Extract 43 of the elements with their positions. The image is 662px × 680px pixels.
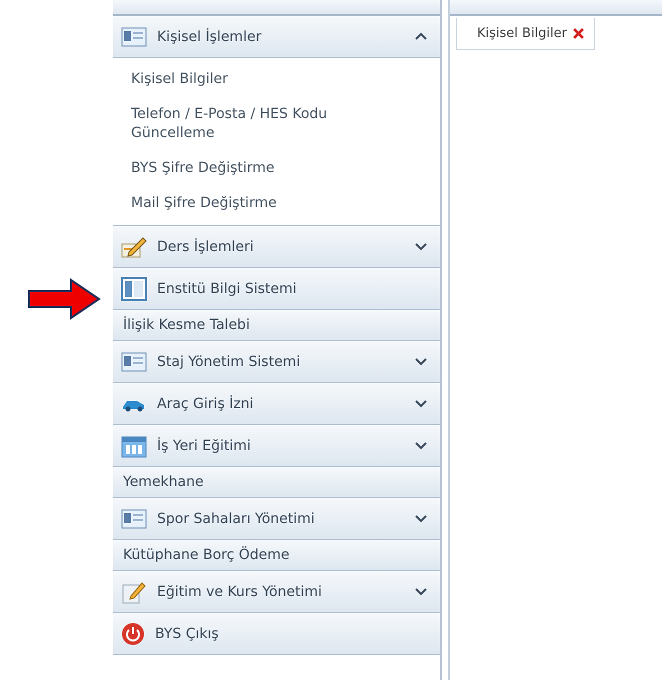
- menu-group-header[interactable]: Araç Giriş İzni: [113, 383, 440, 425]
- chevron-up-icon[interactable]: [414, 32, 428, 41]
- menu-item[interactable]: BYS Şifre Değiştirme: [113, 151, 419, 186]
- menu-item[interactable]: Kişisel Bilgiler: [113, 62, 419, 97]
- menu-link-label: Enstitü Bilgi Sistemi: [157, 280, 298, 296]
- chevron-down-icon[interactable]: [414, 242, 428, 251]
- calendar-icon: [121, 434, 147, 458]
- chevron-down-icon[interactable]: [414, 441, 428, 450]
- menu-group-header[interactable]: Kişisel İşlemler: [113, 16, 440, 58]
- menu-group-label: Kişisel İşlemler: [157, 28, 262, 44]
- menu-link[interactable]: Enstitü Bilgi Sistemi: [113, 268, 440, 310]
- menu-group-header[interactable]: Staj Yönetim Sistemi: [113, 341, 440, 383]
- menu-group-label: İş Yeri Eğitimi: [157, 438, 252, 454]
- menu-link-label: BYS Çıkış: [155, 626, 220, 642]
- chevron-down-icon[interactable]: [414, 399, 428, 408]
- menu-group-label: Araç Giriş İzni: [157, 396, 254, 412]
- menu-link[interactable]: BYS Çıkış: [113, 613, 440, 655]
- layout-panel-icon: [121, 276, 147, 300]
- tab-label: Kişisel Bilgiler: [477, 26, 567, 41]
- chevron-down-icon[interactable]: [414, 514, 428, 523]
- menu-group-header[interactable]: Ders İşlemleri: [113, 226, 440, 268]
- menu-link[interactable]: Yemekhane: [113, 467, 440, 498]
- menu-group-label: Spor Sahaları Yönetimi: [157, 510, 316, 526]
- chevron-down-icon[interactable]: [414, 357, 428, 366]
- edit-document-icon: [121, 580, 147, 604]
- menu-group-header[interactable]: Eğitim ve Kurs Yönetimi: [113, 571, 440, 613]
- id-card-icon: [121, 508, 147, 528]
- close-icon[interactable]: [573, 28, 584, 39]
- tab[interactable]: Kişisel Bilgiler: [456, 18, 595, 50]
- id-card-icon: [121, 26, 147, 46]
- menu-group-label: Ders İşlemleri: [157, 238, 255, 254]
- menu-link[interactable]: Kütüphane Borç Ödeme: [113, 540, 440, 571]
- menu-item[interactable]: Telefon / E-Posta / HES Kodu Güncelleme: [113, 97, 419, 151]
- menu-link[interactable]: İlişik Kesme Talebi: [113, 310, 440, 341]
- id-card-icon: [121, 352, 147, 372]
- pencil-note-icon: [121, 236, 147, 258]
- menu-group-label: Eğitim ve Kurs Yönetimi: [157, 584, 323, 600]
- menu-group-header[interactable]: İş Yeri Eğitimi: [113, 425, 440, 467]
- menu-group-header[interactable]: Spor Sahaları Yönetimi: [113, 498, 440, 540]
- menu-group-label: Staj Yönetim Sistemi: [157, 354, 302, 370]
- chevron-down-icon[interactable]: [414, 587, 428, 596]
- power-icon: [121, 622, 145, 646]
- menu-item[interactable]: Mail Şifre Değiştirme: [113, 186, 419, 221]
